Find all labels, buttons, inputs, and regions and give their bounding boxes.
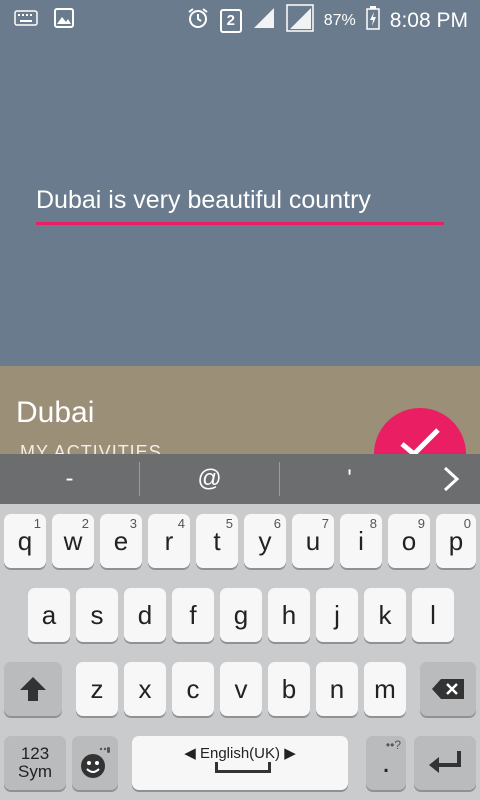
key-f[interactable]: f (172, 588, 214, 642)
key-m[interactable]: m (364, 662, 406, 716)
card-title: Dubai (16, 396, 95, 429)
status-bar: 2 87% 8:08 PM (0, 0, 480, 36)
key-d[interactable]: d (124, 588, 166, 642)
key-y[interactable]: 6y (244, 514, 286, 568)
key-h[interactable]: h (268, 588, 310, 642)
chevron-right-icon[interactable] (422, 454, 480, 504)
sim-badge: 2 (219, 8, 242, 33)
key-b[interactable]: b (268, 662, 310, 716)
edit-area: Dubai is very beautiful country (0, 36, 480, 366)
arrow-left-icon: ◀ (184, 745, 196, 762)
key-e[interactable]: 3e (100, 514, 142, 568)
battery-percent: 87% (323, 11, 356, 29)
emoji-key[interactable] (72, 736, 118, 790)
backspace-icon (432, 679, 464, 699)
keyboard-icon (14, 10, 38, 31)
check-icon (400, 428, 440, 454)
key-j[interactable]: j (316, 588, 358, 642)
key-v[interactable]: v (220, 662, 262, 716)
key-x[interactable]: x (124, 662, 166, 716)
image-icon (54, 8, 74, 33)
language-label: ◀ English(UK) ▶ (184, 745, 296, 762)
suggestion-item[interactable]: ' (280, 454, 419, 504)
key-t[interactable]: 5t (196, 514, 238, 568)
key-p[interactable]: 0p (436, 514, 476, 568)
signal-icon (252, 6, 276, 35)
shift-arrow-icon (20, 677, 46, 701)
key-c[interactable]: c (172, 662, 214, 716)
clock: 8:08 PM (389, 8, 468, 32)
confirm-fab-button[interactable] (374, 408, 466, 454)
card-subtitle: MY ACTIVITIES (20, 442, 162, 454)
destination-card: Dubai MY ACTIVITIES (0, 366, 480, 454)
backspace-key[interactable] (420, 662, 476, 716)
key-s[interactable]: s (76, 588, 118, 642)
key-i[interactable]: 8i (340, 514, 382, 568)
key-g[interactable]: g (220, 588, 262, 642)
suggestion-item[interactable]: @ (140, 454, 279, 504)
key-l[interactable]: l (412, 588, 454, 642)
space-key[interactable]: ◀ English(UK) ▶ (132, 736, 348, 790)
enter-icon (429, 751, 461, 773)
key-a[interactable]: a (28, 588, 70, 642)
signal-icon (286, 4, 314, 37)
text-input[interactable]: Dubai is very beautiful country (36, 186, 371, 215)
enter-key[interactable] (414, 736, 476, 790)
suggestion-strip: - @ ' (0, 454, 480, 504)
key-w[interactable]: 2w (52, 514, 94, 568)
space-bar-icon (215, 762, 271, 773)
key-k[interactable]: k (364, 588, 406, 642)
alarm-icon (186, 6, 210, 35)
key-n[interactable]: n (316, 662, 358, 716)
symbols-key[interactable]: 123 Sym (4, 736, 66, 790)
input-underline (36, 222, 444, 225)
key-q[interactable]: 1q (4, 514, 46, 568)
key-u[interactable]: 7u (292, 514, 334, 568)
keyboard: 1q 2w 3e 4r 5t 6y 7u 8i 9o 0p a s d f g … (0, 504, 480, 800)
shift-key[interactable] (4, 662, 62, 716)
smiley-icon (81, 747, 110, 778)
suggestion-item[interactable]: - (0, 454, 139, 504)
period-key[interactable]: ••? . (366, 736, 406, 790)
key-o[interactable]: 9o (388, 514, 430, 568)
battery-charging-icon (366, 6, 380, 35)
key-r[interactable]: 4r (148, 514, 190, 568)
key-z[interactable]: z (76, 662, 118, 716)
arrow-right-icon: ▶ (284, 745, 296, 762)
